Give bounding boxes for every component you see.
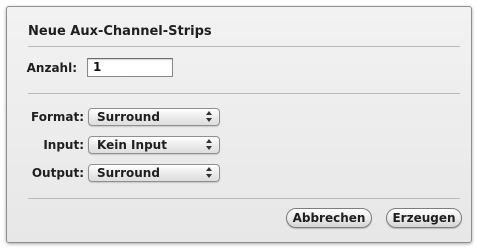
output-value: Surround [97,166,160,180]
count-label: Anzahl: [26,61,77,75]
input-label: Input: [43,138,84,152]
dialog-title: Neue Aux-Channel-Strips [28,24,212,39]
buttons-separator [28,198,460,199]
cancel-button[interactable]: Abbrechen [286,208,372,228]
format-popup[interactable]: Surround [88,108,220,126]
output-label: Output: [31,166,84,180]
count-input[interactable]: 1 [87,58,173,77]
updown-arrows-icon [206,111,212,122]
format-value: Surround [97,110,160,124]
format-label: Format: [30,110,84,124]
input-value: Kein Input [97,138,167,152]
output-popup[interactable]: Surround [88,164,220,182]
fields-separator [28,93,460,94]
updown-arrows-icon [206,139,212,150]
title-separator [28,46,460,47]
create-button[interactable]: Erzeugen [386,208,462,228]
updown-arrows-icon [206,167,212,178]
input-popup[interactable]: Kein Input [88,136,220,154]
